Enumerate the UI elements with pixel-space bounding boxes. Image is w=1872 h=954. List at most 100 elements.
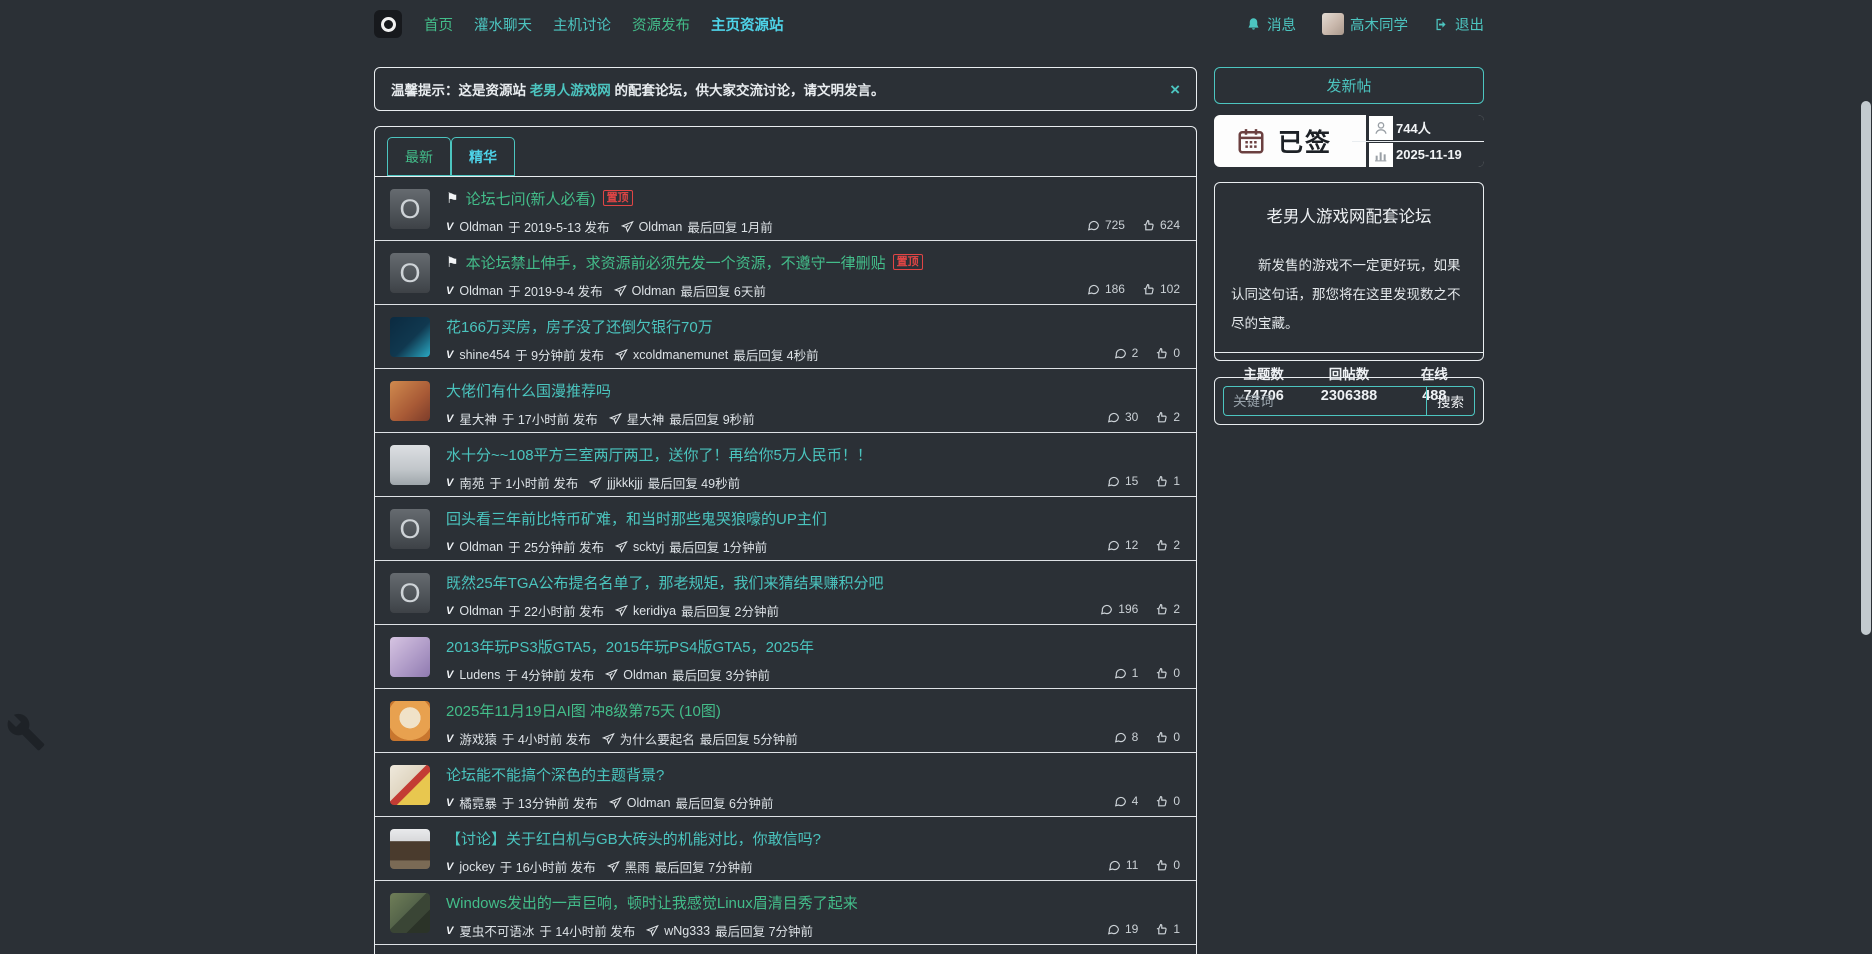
thread-title-link[interactable]: 大佬们有什么国漫推荐吗: [446, 380, 611, 401]
replier-link[interactable]: wNg333: [664, 924, 710, 938]
thread-meta: V Ludens 于 4分钟前 发布 Oldman 最后回复 3分钟前: [446, 665, 1114, 684]
scrollbar-thumb[interactable]: [1861, 101, 1871, 635]
like-count: 0: [1173, 794, 1180, 808]
thread-meta: V Oldman 于 2019-5-13 发布 Oldman 最后回复 1月前: [446, 217, 1087, 236]
thread-avatar[interactable]: O: [390, 253, 430, 293]
replier-link[interactable]: Oldman: [627, 796, 671, 810]
poster-link[interactable]: Ludens: [459, 668, 500, 682]
thread-title-link[interactable]: 回头看三年前比特币矿难，和当时那些鬼哭狼嚎的UP主们: [446, 508, 827, 529]
wrench-icon[interactable]: [6, 712, 46, 752]
comment-icon: [1114, 731, 1127, 744]
poster-link[interactable]: 橘霓暴: [459, 793, 497, 812]
thread-avatar[interactable]: [390, 765, 430, 805]
reply-info: 最后回复 2分钟前: [681, 601, 779, 620]
nav-links: 首页灌水聊天主机讨论资源发布主页资源站: [424, 14, 784, 35]
thread-title-line: ⚑ 水十分~~108平方三室两厅两卫，送你了！再给你5万人民币！！: [446, 444, 1107, 464]
post-info: 于 22小时前 发布: [508, 601, 604, 620]
thread-title-link[interactable]: 【讨论】关于红白机与GB大砖头的机能对比，你敢信吗?: [446, 828, 821, 849]
tab-featured[interactable]: 精华: [451, 137, 515, 176]
thread-avatar[interactable]: [390, 829, 430, 869]
nav-link-0[interactable]: 首页: [424, 14, 453, 35]
user-link[interactable]: 高木同学: [1322, 13, 1408, 35]
poster-link[interactable]: 南苑: [459, 473, 484, 492]
thread-title-link[interactable]: 2025年11月19日AI图 冲8级第75天 (10图): [446, 700, 721, 721]
search-button[interactable]: 搜索: [1426, 386, 1475, 416]
thread-avatar[interactable]: [390, 317, 430, 357]
replier-link[interactable]: jjjkkkjjj: [607, 476, 642, 490]
thread-title-link[interactable]: 论坛七问(新人必看): [466, 188, 596, 209]
replier-link[interactable]: 星大神: [627, 409, 665, 428]
search-input[interactable]: [1223, 386, 1426, 416]
poster-link[interactable]: Oldman: [459, 284, 503, 298]
poster-link[interactable]: Oldman: [459, 604, 503, 618]
thread-title-link[interactable]: 既然25年TGA公布提名名单了，那老规矩，我们来猜结果赚积分吧: [446, 572, 884, 593]
thread-title-link[interactable]: 论坛能不能搞个深色的主题背景?: [446, 764, 664, 785]
post-info: 于 9分钟前 发布: [515, 345, 604, 364]
thread-avatar[interactable]: O: [390, 189, 430, 229]
replier-link[interactable]: Oldman: [623, 668, 667, 682]
site-logo[interactable]: [374, 10, 402, 38]
nav-link-4[interactable]: 主页资源站: [711, 14, 784, 35]
user-count-chip: [1369, 116, 1393, 140]
poster-link[interactable]: Oldman: [459, 540, 503, 554]
like-icon: [1142, 219, 1155, 232]
replier-link[interactable]: xcoldmanemunet: [633, 348, 728, 362]
replier-link[interactable]: scktyj: [633, 540, 664, 554]
poster-link[interactable]: 星大神: [459, 409, 497, 428]
thread-title-line: ⚑ 【讨论】关于红白机与GB大砖头的机能对比，你敢信吗?: [446, 828, 1108, 848]
thread-counts: 15 1: [1107, 474, 1180, 488]
notice-site-link[interactable]: 老男人游戏网: [530, 83, 611, 98]
nav-link-3[interactable]: 资源发布: [632, 14, 690, 35]
sign-in-card[interactable]: 已签 744人 2025-11-19: [1214, 115, 1484, 167]
tab-latest[interactable]: 最新: [387, 137, 451, 176]
comment-icon: [1107, 923, 1120, 936]
send-icon: [609, 412, 622, 425]
comment-count: 12: [1125, 538, 1138, 552]
replier-link[interactable]: keridiya: [633, 604, 676, 618]
thread-title-line: ⚑ 大佬们有什么国漫推荐吗: [446, 380, 1107, 400]
logout-link[interactable]: 退出: [1434, 14, 1484, 35]
thread-title-link[interactable]: 水十分~~108平方三室两厅两卫，送你了！再给你5万人民币！！: [446, 444, 872, 465]
thread-avatar[interactable]: [390, 893, 430, 933]
stat-label: 回帖数: [1306, 363, 1391, 383]
comment-icon: [1107, 539, 1120, 552]
thread-avatar[interactable]: O: [390, 573, 430, 613]
notice-close-icon[interactable]: ×: [1170, 81, 1180, 98]
poster-link[interactable]: shine454: [459, 348, 510, 362]
comment-icon: [1114, 795, 1127, 808]
thread-title-link[interactable]: Windows发出的一声巨响，顿时让我感觉Linux眉清目秀了起来: [446, 892, 858, 913]
tabs-bar: 最新精华: [375, 127, 1196, 177]
thread-list: O ⚑ 论坛七问(新人必看) 置顶 V Oldman 于 2019-5-13 发…: [375, 177, 1196, 945]
replier-link[interactable]: 为什么要起名: [620, 729, 695, 748]
like-count: 0: [1173, 730, 1180, 744]
replier-link[interactable]: Oldman: [632, 284, 676, 298]
sign-count: 744人: [1396, 118, 1431, 137]
poster-link[interactable]: jockey: [459, 860, 494, 874]
thread-row: O ⚑ 回头看三年前比特币矿难，和当时那些鬼哭狼嚎的UP主们 V Oldman …: [375, 497, 1196, 561]
new-post-button[interactable]: 发新帖: [1214, 67, 1484, 104]
thread-title-link[interactable]: 2013年玩PS3版GTA5，2015年玩PS4版GTA5，2025年: [446, 636, 814, 657]
poster-link[interactable]: 夏虫不可语冰: [459, 921, 534, 940]
poster-link[interactable]: 游戏猿: [459, 729, 497, 748]
thread-avatar[interactable]: O: [390, 509, 430, 549]
thread-counts: 8 0: [1114, 730, 1180, 744]
notice-text: 温馨提示：这是资源站 老男人游戏网 的配套论坛，供大家交流讨论，请文明发言。: [391, 79, 885, 99]
thread-title-line: ⚑ 论坛能不能搞个深色的主题背景?: [446, 764, 1114, 784]
poster-link[interactable]: Oldman: [459, 220, 503, 234]
thread-avatar[interactable]: [390, 701, 430, 741]
thread-avatar[interactable]: [390, 381, 430, 421]
thread-title-link[interactable]: 本论坛禁止伸手，求资源前必须先发一个资源，不遵守一律删贴: [466, 252, 886, 273]
thread-title-link[interactable]: 花166万买房，房子没了还倒欠银行70万: [446, 316, 713, 337]
like-count: 0: [1173, 346, 1180, 360]
rank-badge-icon: V: [446, 925, 453, 937]
thread-row: O ⚑ 论坛七问(新人必看) 置顶 V Oldman 于 2019-5-13 发…: [375, 177, 1196, 241]
replier-link[interactable]: Oldman: [639, 220, 683, 234]
thread-avatar[interactable]: [390, 445, 430, 485]
rank-badge-icon: V: [446, 605, 453, 617]
nav-link-1[interactable]: 灌水聊天: [474, 14, 532, 35]
messages-link[interactable]: 消息: [1246, 14, 1296, 35]
thread-avatar[interactable]: [390, 637, 430, 677]
thread-row: O ⚑ 既然25年TGA公布提名名单了，那老规矩，我们来猜结果赚积分吧 V Ol…: [375, 561, 1196, 625]
nav-link-2[interactable]: 主机讨论: [553, 14, 611, 35]
replier-link[interactable]: 黑雨: [625, 857, 650, 876]
